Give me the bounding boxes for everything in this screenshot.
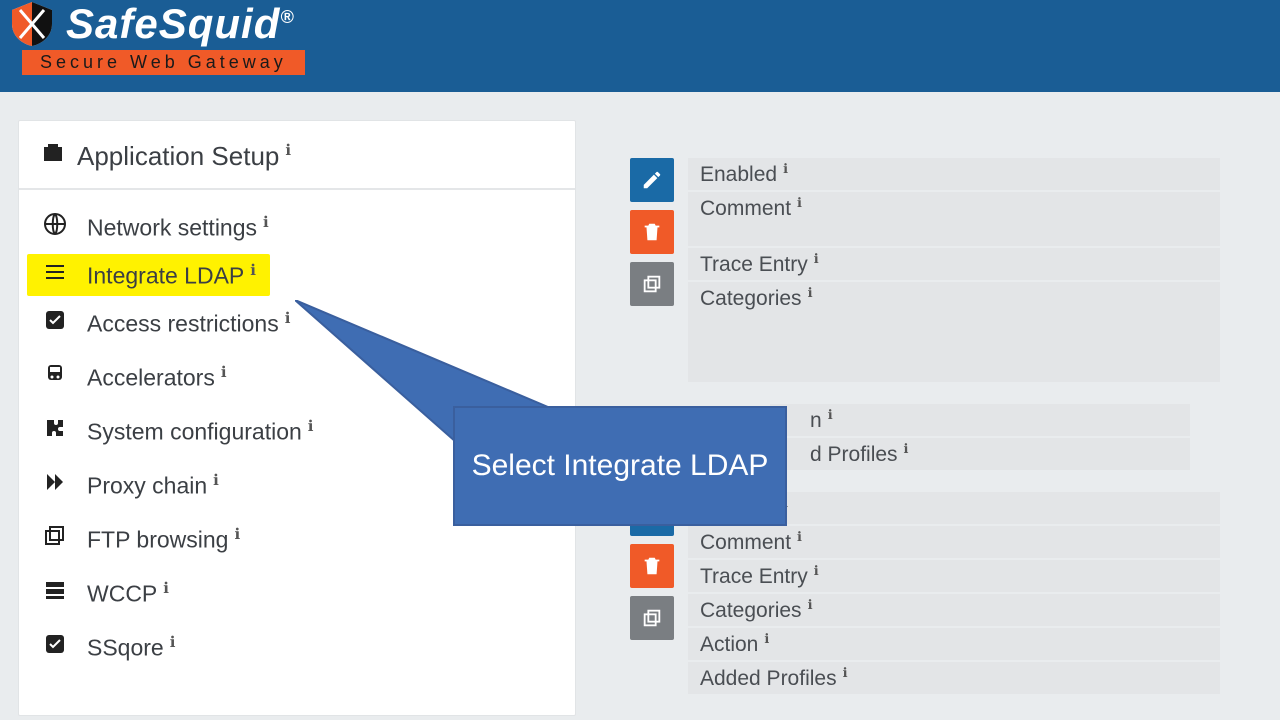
callout-box: Select Integrate LDAP <box>453 406 787 526</box>
sidebar-item-label: Network settings <box>87 214 257 240</box>
field-comment[interactable]: Commentℹ <box>688 526 1220 558</box>
logo-block: SafeSquid® Secure Web Gateway <box>8 0 315 75</box>
copy-button[interactable] <box>630 262 674 306</box>
info-icon[interactable]: ℹ <box>285 310 291 327</box>
globe-icon <box>41 212 69 242</box>
delete-button[interactable] <box>630 210 674 254</box>
sidebar-item-label: SSqore <box>87 634 164 660</box>
server-icon <box>41 578 69 608</box>
info-icon[interactable]: ℹ <box>213 472 219 489</box>
info-icon[interactable]: ℹ <box>263 214 269 231</box>
info-icon[interactable]: ℹ <box>163 580 169 597</box>
field-trace-entry[interactable]: Trace Entryℹ <box>688 248 1220 280</box>
entry-block: Enabledℹ Commentℹ Trace Entryℹ Categorie… <box>630 158 1220 382</box>
sidebar-item-label: Accelerators <box>87 364 215 390</box>
app-header: SafeSquid® Secure Web Gateway <box>0 0 1280 92</box>
info-icon[interactable]: ℹ <box>797 529 802 544</box>
briefcase-icon <box>41 141 65 172</box>
info-icon[interactable]: ℹ <box>221 364 227 381</box>
info-icon[interactable]: ℹ <box>170 634 176 651</box>
sidebar-item-label: FTP browsing <box>87 526 228 552</box>
info-icon[interactable]: ℹ <box>904 441 909 456</box>
field-added-profiles[interactable]: Added Profilesℹ <box>688 662 1220 694</box>
train-icon <box>41 362 69 392</box>
info-icon[interactable]: ℹ <box>843 665 848 680</box>
checkbox-icon <box>41 632 69 662</box>
info-icon[interactable]: ℹ <box>234 526 240 543</box>
field-trace-entry[interactable]: Trace Entryℹ <box>688 560 1220 592</box>
field-enabled[interactable]: Enabledℹ <box>688 158 1220 190</box>
delete-button[interactable] <box>630 544 674 588</box>
info-icon[interactable]: ℹ <box>808 597 813 612</box>
info-icon[interactable]: ℹ <box>285 142 291 159</box>
info-icon[interactable]: ℹ <box>814 563 819 578</box>
sidebar-item-label: Proxy chain <box>87 472 207 498</box>
field-categories[interactable]: Categoriesℹ <box>688 282 1220 382</box>
sidebar-item-access-restrictions[interactable]: Access restrictions ℹ <box>19 296 575 350</box>
sidebar-item-label: WCCP <box>87 580 157 606</box>
sidebar-item-network-settings[interactable]: Network settings ℹ <box>19 200 575 254</box>
field-comment[interactable]: Commentℹ <box>688 192 1220 246</box>
copy-icon <box>41 524 69 554</box>
info-icon[interactable]: ℹ <box>797 195 802 210</box>
menu-bars-icon <box>41 260 69 290</box>
info-icon[interactable]: ℹ <box>308 418 314 435</box>
tagline: Secure Web Gateway <box>12 50 315 75</box>
info-icon[interactable]: ℹ <box>808 285 813 300</box>
field-action[interactable]: Actionℹ <box>688 628 1220 660</box>
double-chevron-icon <box>41 470 69 500</box>
info-icon[interactable]: ℹ <box>814 251 819 266</box>
info-icon[interactable]: ℹ <box>250 262 256 279</box>
checkbox-icon <box>41 308 69 338</box>
entry-block: nℹ d Profilesℹ <box>770 404 1220 470</box>
puzzle-icon <box>41 416 69 446</box>
sidebar-title: Application Setup ℹ <box>19 121 575 190</box>
copy-button[interactable] <box>630 596 674 640</box>
field-partial[interactable]: nℹ <box>770 404 1190 436</box>
field-categories[interactable]: Categoriesℹ <box>688 594 1220 626</box>
sidebar-item-label: Integrate LDAP <box>87 262 244 288</box>
field-added-profiles[interactable]: d Profilesℹ <box>770 438 1190 470</box>
info-icon[interactable]: ℹ <box>764 631 769 646</box>
sidebar-item-accelerators[interactable]: Accelerators ℹ <box>19 350 575 404</box>
sidebar-item-ssqore[interactable]: SSqoreℹ <box>19 620 575 674</box>
sidebar-item-label: System configuration <box>87 418 302 444</box>
sidebar-item-wccp[interactable]: WCCP ℹ <box>19 566 575 620</box>
sidebar-item-label: Access restrictions <box>87 310 279 336</box>
safesquid-shield-icon <box>8 0 56 48</box>
sidebar-title-text: Application Setup <box>77 141 279 171</box>
info-icon[interactable]: ℹ <box>783 161 788 176</box>
info-icon[interactable]: ℹ <box>828 407 833 422</box>
callout-text: Select Integrate LDAP <box>472 446 769 487</box>
sidebar-item-integrate-ldap[interactable]: Integrate LDAP ℹ <box>27 254 270 296</box>
edit-button[interactable] <box>630 158 674 202</box>
logo-text: SafeSquid® <box>66 0 295 48</box>
